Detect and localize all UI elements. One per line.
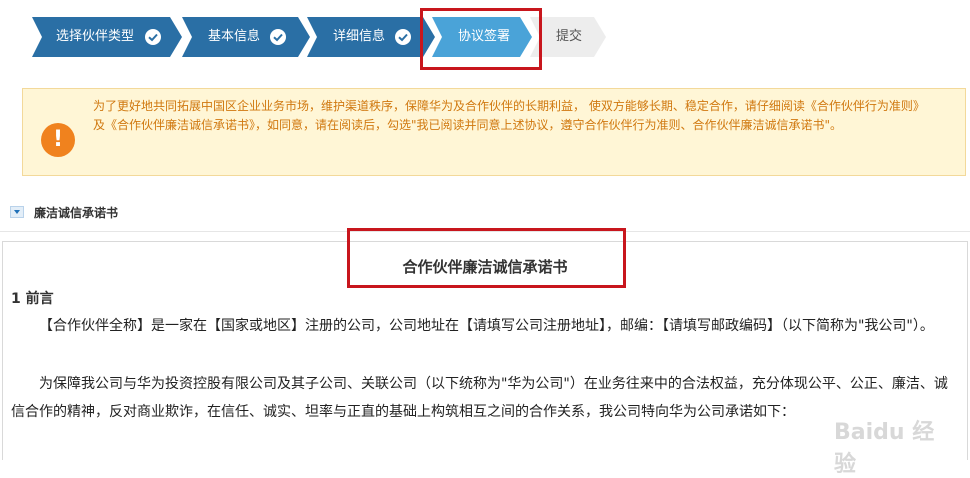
watermark: Baidu 经验 bbox=[834, 420, 935, 477]
document-paragraph: 为保障我公司与华为投资控股有限公司及其子公司、关联公司（以下统称为"华为公司"）… bbox=[11, 376, 948, 420]
highlight-box-active-step bbox=[420, 8, 542, 70]
step-label: 基本信息 bbox=[208, 29, 261, 44]
document-paragraph: 【合作伙伴全称】是一家在【国家或地区】注册的公司，公司地址在【请填写公司注册地址… bbox=[39, 318, 934, 334]
collapse-arrow-icon[interactable] bbox=[10, 206, 24, 218]
notice-banner: ! 为了更好地共同拓展中国区企业业务市场，维护渠道秩序，保障华为及合作伙伴的长期… bbox=[22, 88, 966, 176]
step-label: 选择伙伴类型 bbox=[56, 29, 135, 44]
document-section-heading: 1 前言 bbox=[11, 291, 54, 307]
highlight-box-document-title bbox=[347, 228, 626, 288]
check-circle-icon bbox=[395, 29, 411, 45]
step-label: 详细信息 bbox=[333, 29, 386, 44]
check-circle-icon bbox=[145, 29, 161, 45]
warning-icon: ! bbox=[41, 123, 75, 157]
section-title: 廉洁诚信承诺书 bbox=[34, 206, 119, 220]
step-label: 提交 bbox=[556, 29, 583, 44]
notice-text: 为了更好地共同拓展中国区企业业务市场，维护渠道秩序，保障华为及合作伙伴的长期利益… bbox=[93, 99, 925, 132]
check-circle-icon bbox=[270, 29, 286, 45]
